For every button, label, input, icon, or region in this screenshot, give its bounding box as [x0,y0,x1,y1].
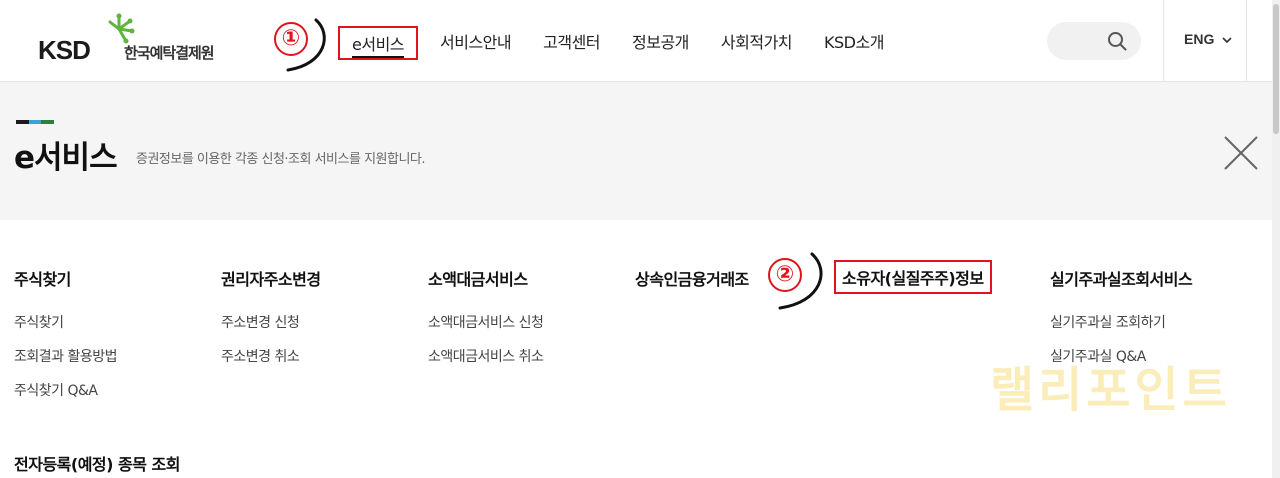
section-banner: e서비스 증권정보를 이용한 각종 신청·조회 서비스를 지원합니다. [0,82,1272,220]
annotation-marker-2: ② [762,248,824,310]
menu-link[interactable]: 소액대금서비스 취소 [428,346,628,380]
site-header: KSD 한국예탁결제원 ① e서비스 서비스안내 고객센터 정보공개 사회적가치… [0,0,1280,82]
menu-column-title[interactable]: 권리자주소변경 [221,266,421,290]
search-box[interactable] [1047,22,1141,60]
logo-name: 한국예탁결제원 [124,44,215,62]
menu-column-title[interactable]: 상속인금융거래조 [635,266,755,290]
menu-column-title[interactable]: 실기주과실조회서비스 [1050,266,1250,290]
language-label: ENG [1184,31,1215,47]
menu-link[interactable]: 주식찾기 Q&A [14,380,214,414]
menu-link[interactable]: 실기주과실 Q&A [1050,346,1250,380]
chevron-down-icon [1222,37,1232,44]
page-description: 증권정보를 이용한 각종 신청·조회 서비스를 지원합니다. [136,152,426,167]
language-selector[interactable]: ENG [1184,31,1232,47]
search-icon[interactable] [1107,31,1127,51]
menu-column-address-change: 권리자주소변경 주소변경 신청 주소변경 취소 [221,266,421,380]
header-divider [1163,0,1164,82]
ksd-logo[interactable]: KSD 한국예탁결제원 [38,12,238,68]
menu-link[interactable]: 주식찾기 [14,312,214,346]
page-scrollbar[interactable] [1272,0,1280,478]
menu-column-heir-inquiry: 상속인금융거래조 [635,266,755,290]
menu-column-title[interactable]: 주식찾기 [14,266,214,290]
nav-item-customer-center[interactable]: 고객센터 [543,26,600,60]
marker-number: ① [274,22,308,56]
menu-link[interactable]: 주소변경 취소 [221,346,421,380]
menu-column-title-electronic-registration[interactable]: 전자등록(예정) 종목 조회 [14,451,180,475]
close-icon[interactable] [1222,134,1260,172]
nav-item-about-ksd[interactable]: KSD소개 [824,26,884,60]
mega-menu: 주식찾기 주식찾기 조회결과 활용방법 주식찾기 Q&A 권리자주소변경 주소변… [0,220,1272,478]
menu-link[interactable]: 조회결과 활용방법 [14,346,214,380]
nav-item-social-value[interactable]: 사회적가치 [721,26,793,60]
page-title: e서비스 [14,140,118,176]
logo-abbr: KSD [38,35,91,65]
header-divider [1246,0,1247,82]
title-decoration [16,120,55,124]
menu-column-title[interactable]: 소유자(실질주주)정보 [834,260,992,294]
menu-column-owner-info: 소유자(실질주주)정보 [834,260,1042,294]
menu-link[interactable]: 실기주과실 조회하기 [1050,312,1250,346]
annotation-marker-1: ① [268,12,330,74]
scrollbar-thumb[interactable] [1273,4,1279,134]
menu-link[interactable]: 소액대금서비스 신청 [428,312,628,346]
menu-column-title[interactable]: 소액대금서비스 [428,266,628,290]
nav-item-service-guide[interactable]: 서비스안내 [440,26,512,60]
marker-number: ② [768,258,802,292]
nav-item-label: e서비스 [352,35,405,58]
main-nav: e서비스 서비스안내 고객센터 정보공개 사회적가치 KSD소개 [338,26,916,60]
menu-column-small-payment: 소액대금서비스 소액대금서비스 신청 소액대금서비스 취소 [428,266,628,380]
logo-sparkle-icon [108,13,135,44]
nav-item-info-disclosure[interactable]: 정보공개 [632,26,689,60]
nav-item-eservice[interactable]: e서비스 [338,26,419,60]
menu-column-unclaimed-stock: 실기주과실조회서비스 실기주과실 조회하기 실기주과실 Q&A [1050,266,1250,380]
menu-column-stock-search: 주식찾기 주식찾기 조회결과 활용방법 주식찾기 Q&A [14,266,214,414]
menu-link[interactable]: 주소변경 신청 [221,312,421,346]
